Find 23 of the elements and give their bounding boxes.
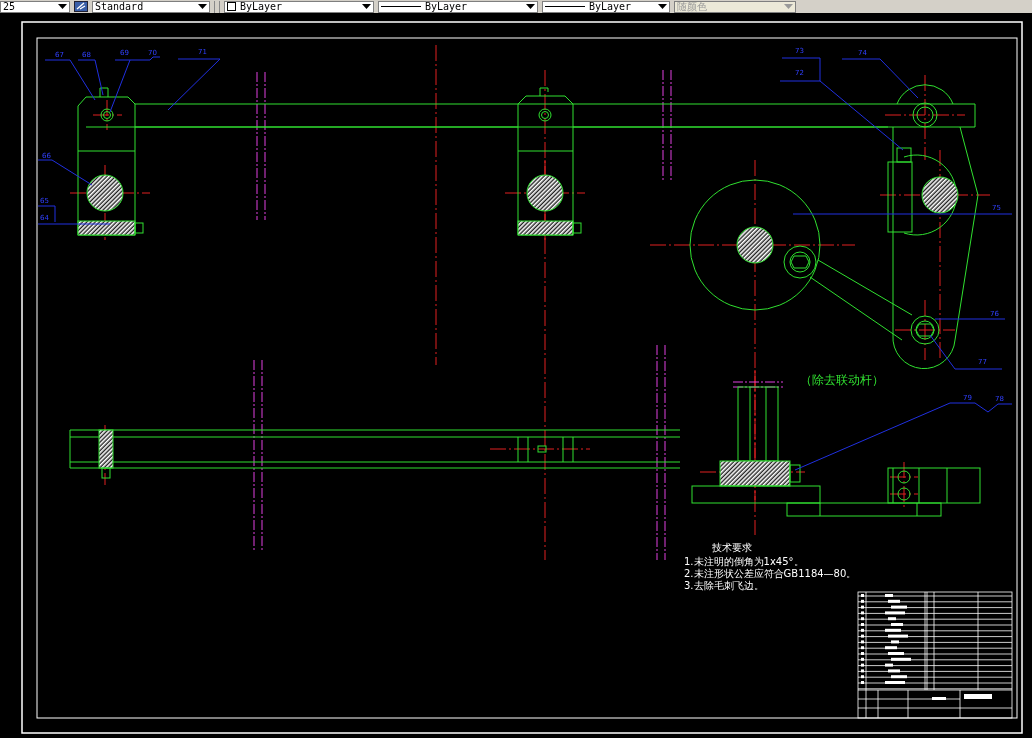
toolbar-dropdown[interactable]: 25 [0,0,70,13]
dropdown-arrow-icon [362,4,371,9]
drawing-note: （除去联动杆） [800,373,884,387]
dropdown-arrow-icon [658,4,667,9]
line-sample-icon [381,6,421,7]
requirement-line: 3.去除毛刺飞边。 [684,580,764,591]
toolbar-dropdown[interactable]: ByLayer [378,0,538,13]
requirement-line: 1.未注明的倒角为1x45°。 [684,556,804,567]
requirement-line: 2.未注形状公差应符合GB1184—80。 [684,568,857,579]
leader-line [934,318,1006,320]
toolbar-dropdown[interactable]: ByLayer [224,0,374,13]
toolbar-dropdown[interactable]: Standard [92,0,210,13]
line-sample-icon [545,6,585,7]
color-swatch-icon [227,2,236,11]
leader-line [37,159,93,186]
dropdown-arrow-icon [198,4,207,9]
dropdown-arrow-icon [58,4,67,9]
text-style-icon[interactable] [74,1,88,12]
toolbar-dropdown[interactable]: ByLayer [542,0,670,13]
dropdown-arrow-icon [526,4,535,9]
requirements-title: 技术要求 [712,542,752,553]
dropdown-arrow-icon [784,4,793,9]
leader-line [167,58,221,111]
